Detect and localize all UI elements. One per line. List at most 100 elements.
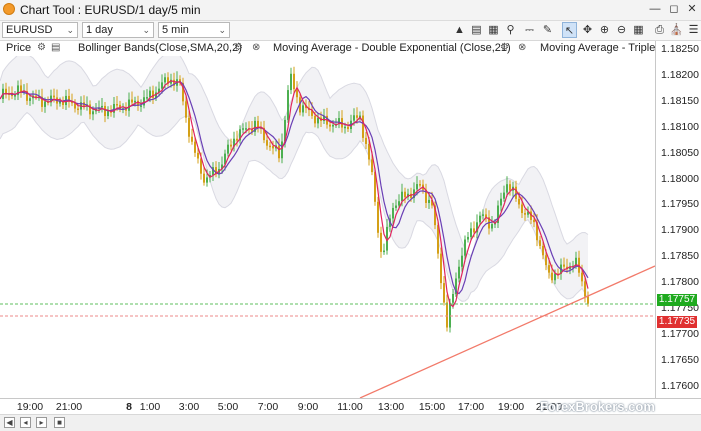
gear-icon[interactable]: ⚙ (37, 42, 46, 53)
candle-body (281, 141, 283, 159)
zoom-in-icon[interactable]: ⊕ (597, 22, 612, 38)
symbol-select-value: EURUSD (6, 24, 53, 36)
candle-body (419, 184, 421, 186)
candle-body (377, 201, 379, 233)
print-icon[interactable]: ⎙ (652, 22, 667, 38)
legend-dema: Moving Average - Double Exponential (Clo… (273, 42, 511, 54)
candle-body (446, 302, 448, 328)
chart-style-icon[interactable]: ▤ (51, 42, 60, 53)
candle-body (482, 214, 484, 216)
candle-body (467, 236, 469, 240)
candle-body (266, 140, 268, 146)
candle-body (443, 283, 445, 303)
price-chart[interactable] (0, 56, 655, 398)
candle-body (392, 207, 394, 219)
period-select[interactable]: 1 day ⌄ (82, 22, 154, 38)
close-button[interactable]: ✕ (683, 2, 701, 17)
x-tick-label: 19:00 (16, 401, 44, 413)
candle-body (146, 97, 148, 99)
x-tick-label: 13:00 (377, 401, 405, 413)
candle-body (152, 90, 154, 98)
candle-body (20, 85, 22, 92)
delete-icon[interactable]: ⎓ (522, 22, 537, 38)
bottom-bar: ◀ ◂ ▸ ■ (0, 414, 701, 431)
candle-body (515, 186, 517, 199)
candle-body (140, 105, 142, 107)
save-icon[interactable]: ■ (54, 417, 65, 428)
gear-icon[interactable]: ⚙ (234, 42, 243, 53)
indicators-icon[interactable]: ▤ (469, 22, 484, 38)
candle-body (380, 232, 382, 252)
x-tick-label: 5:00 (217, 401, 239, 413)
legend-bollinger: Bollinger Bands(Close,SMA,20,2) (78, 42, 242, 54)
interval-select-value: 5 min (162, 24, 189, 36)
candle-body (116, 103, 118, 106)
watermark: ForexBrokers.com (540, 399, 655, 414)
close-icon[interactable]: ⊗ (518, 42, 526, 53)
candle-body (401, 191, 403, 202)
chart-type-icon[interactable]: ▲ (452, 22, 467, 38)
candle-body (368, 143, 370, 160)
price-axis: 1.18250 1.18200 1.18150 1.18100 1.18050 1.180… (655, 41, 701, 398)
scroll-back-icon[interactable]: ◂ (20, 417, 31, 428)
zoom-out-icon[interactable]: ⊖ (614, 22, 629, 38)
symbol-select[interactable]: EURUSD ⌄ (2, 22, 78, 38)
candle-body (518, 198, 520, 205)
candle-body (191, 136, 193, 142)
candle-body (356, 115, 358, 118)
candle-body (302, 105, 304, 113)
scroll-forward-icon[interactable]: ▸ (36, 417, 47, 428)
interval-select[interactable]: 5 min ⌄ (158, 22, 230, 38)
trend-line[interactable] (359, 265, 655, 398)
candle-body (449, 302, 451, 328)
candle-body (236, 138, 238, 141)
chevron-down-icon: ⌄ (142, 25, 150, 35)
minimize-button[interactable]: — (646, 2, 664, 17)
candle-body (461, 255, 463, 267)
candle-body (347, 126, 349, 130)
period-select-value: 1 day (86, 24, 113, 36)
x-tick-label: 19:00 (497, 401, 525, 413)
close-icon[interactable]: ⊗ (252, 42, 260, 53)
y-tick-label: 1.17700 (661, 327, 699, 340)
legend-tema: Moving Average - Triple (540, 42, 655, 54)
candle-body (92, 111, 94, 115)
legend-price: Price (6, 42, 32, 54)
candle-body (53, 95, 55, 98)
candle-body (503, 192, 505, 199)
x-tick-label: 9:00 (297, 401, 319, 413)
draw-icon[interactable]: ✎ (540, 22, 555, 38)
candle-body (464, 239, 466, 256)
chevron-down-icon: ⌄ (66, 25, 74, 35)
candle-body (185, 101, 187, 118)
candle-body (149, 90, 151, 98)
ask-price-value: 1.17735 (658, 316, 696, 327)
maximize-button[interactable]: ◻ (665, 2, 683, 17)
crosshair-icon[interactable]: ✥ (580, 22, 595, 38)
scroll-start-icon[interactable]: ◀ (4, 417, 15, 428)
bank-icon[interactable]: ⛪ (669, 22, 684, 38)
more-icon[interactable]: ☰ (686, 22, 701, 38)
candle-body (257, 120, 259, 128)
candle-body (101, 105, 103, 108)
x-tick-label: 21:00 (55, 401, 83, 413)
candle-body (551, 272, 553, 281)
y-tick-label: 1.17650 (661, 353, 699, 366)
candle-body (458, 266, 460, 279)
select-cursor-icon[interactable]: ↖ (562, 22, 577, 38)
gear-icon[interactable]: ⚙ (500, 42, 509, 53)
x-tick-label: 3:00 (178, 401, 200, 413)
candle-body (206, 177, 208, 183)
candle-body (533, 219, 535, 223)
candle-body (197, 152, 199, 159)
candle-body (245, 128, 247, 130)
studies-icon[interactable]: ▦ (486, 22, 501, 38)
candle-body (272, 145, 274, 149)
grid-icon[interactable]: ▦ (631, 22, 646, 38)
zoom-icon[interactable]: ⚲ (503, 22, 518, 38)
candle-body (131, 99, 133, 103)
candle-body (587, 296, 589, 304)
candle-body (230, 144, 232, 147)
candle-body (539, 240, 541, 246)
candle-body (479, 215, 481, 223)
